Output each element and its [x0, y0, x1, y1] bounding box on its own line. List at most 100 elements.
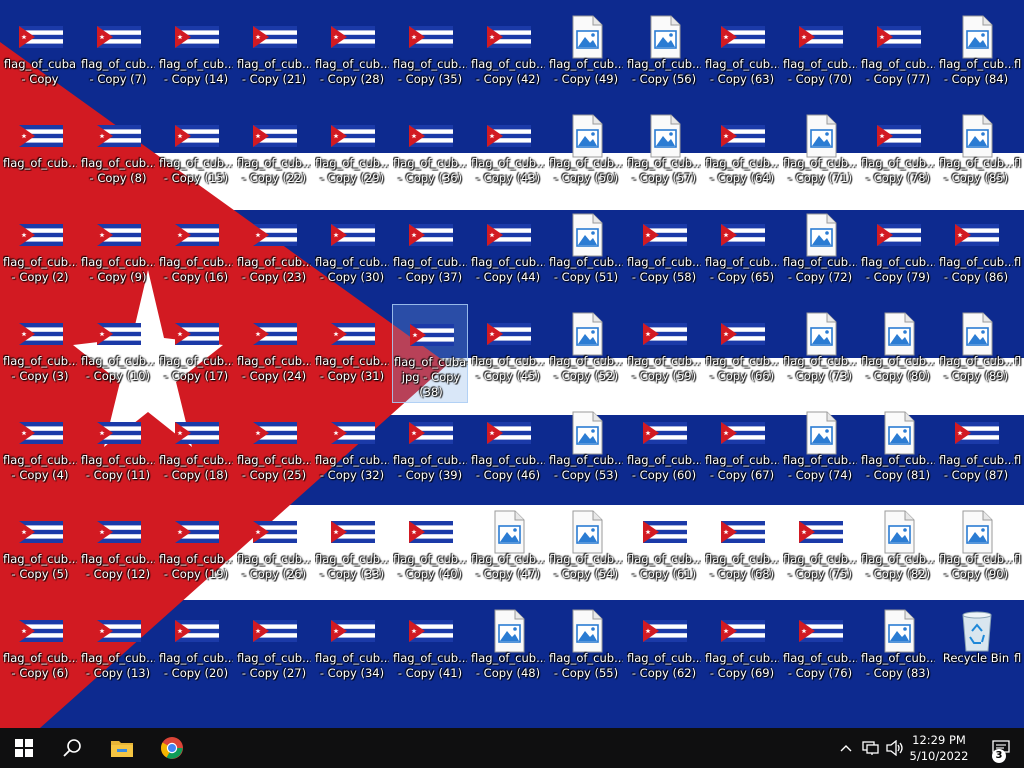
desktop-file-icon[interactable]: flag_of_cub... - Copy (59): [626, 304, 702, 403]
desktop-file-icon[interactable]: flag_of_cub... - Copy (30): [314, 205, 390, 304]
desktop-file-icon[interactable]: flag_of_cub... - Copy (19): [158, 502, 234, 601]
desktop-file-icon[interactable]: flag_of_cub... - Copy (78): [860, 106, 936, 205]
desktop-file-icon[interactable]: flag_of_cub... - Copy (23): [236, 205, 312, 304]
desktop-file-icon[interactable]: fl: [1014, 106, 1024, 205]
desktop-file-icon[interactable]: flag_of_cub... - Copy (81): [860, 403, 936, 502]
desktop-file-icon[interactable]: flag_of_cub... - Copy (8): [80, 106, 156, 205]
desktop-file-icon[interactable]: flag_of_cub... - Copy (33): [314, 502, 390, 601]
desktop-file-icon[interactable]: flag_of_cub... - Copy (3): [2, 304, 78, 403]
desktop-file-icon[interactable]: flag_of_cub... - Copy (66): [704, 304, 780, 403]
recycle-bin-desktop-icon[interactable]: Recycle Bin: [938, 601, 1014, 700]
desktop-file-icon[interactable]: flag_of_cub... - Copy (12): [80, 502, 156, 601]
desktop-file-icon[interactable]: flag_of_cub... - Copy (56): [626, 7, 702, 106]
desktop-file-icon[interactable]: flag_of_cub... - Copy (90): [938, 502, 1014, 601]
desktop-file-icon[interactable]: flag_of_cub... - Copy (25): [236, 403, 312, 502]
desktop-file-icon[interactable]: flag_of_cub... - Copy (27): [236, 601, 312, 700]
desktop-file-icon[interactable]: flag_of_cub... - Copy (29): [314, 106, 390, 205]
desktop-file-icon[interactable]: flag_of_cub... - Copy (84): [938, 7, 1014, 106]
desktop-file-icon[interactable]: flag_of_cub... - Copy (21): [236, 7, 312, 106]
desktop-file-icon[interactable]: flag_of_cub... - Copy (50): [548, 106, 624, 205]
desktop-file-icon[interactable]: flag_of_cub... - Copy (45): [470, 304, 546, 403]
desktop-file-icon[interactable]: flag_of_cub... - Copy (26): [236, 502, 312, 601]
desktop-file-icon[interactable]: flag_of_cub... - Copy (15): [158, 106, 234, 205]
desktop-file-icon[interactable]: flag_of_cub... - Copy (44): [470, 205, 546, 304]
desktop-file-icon[interactable]: flag_of_cub... - Copy (35): [392, 7, 468, 106]
desktop-file-icon[interactable]: flag_of_cub... - Copy (5): [2, 502, 78, 601]
desktop-file-icon[interactable]: flag_of_cub... - Copy (79): [860, 205, 936, 304]
desktop-file-icon[interactable]: flag_of_cub... - Copy (7): [80, 7, 156, 106]
desktop-file-icon[interactable]: flag_of_cub... - Copy (60): [626, 403, 702, 502]
desktop-file-icon[interactable]: flag_of_cub... - Copy (55): [548, 601, 624, 700]
desktop-file-icon[interactable]: flag_of_cuba-jpg - Copy (38): [392, 304, 468, 403]
desktop-file-icon[interactable]: flag_of_cub... - Copy (22): [236, 106, 312, 205]
desktop-file-icon[interactable]: flag_of_cub... - Copy (42): [470, 7, 546, 106]
desktop-file-icon[interactable]: flag_of_cub... - Copy (67): [704, 403, 780, 502]
desktop-file-icon[interactable]: flag_of_cub... - Copy (54): [548, 502, 624, 601]
desktop-file-icon[interactable]: flag_of_cub... - Copy (58): [626, 205, 702, 304]
desktop-file-icon[interactable]: flag_of_cub... - Copy (16): [158, 205, 234, 304]
desktop-file-icon[interactable]: flag_of_cub... - Copy (82): [860, 502, 936, 601]
desktop-file-icon[interactable]: flag_of_cub... - Copy (51): [548, 205, 624, 304]
search-button[interactable]: [48, 728, 96, 768]
desktop-file-icon[interactable]: fl: [1014, 403, 1024, 502]
desktop-file-icon[interactable]: fl: [1014, 7, 1024, 106]
desktop-file-icon[interactable]: fl: [1014, 502, 1024, 601]
desktop-file-icon[interactable]: flag_of_cub... - Copy (49): [548, 7, 624, 106]
desktop-file-icon[interactable]: fl: [1014, 205, 1024, 304]
desktop-file-icon[interactable]: flag_of_cub... - Copy (48): [470, 601, 546, 700]
desktop-file-icon[interactable]: flag_of_cuba - Copy: [2, 7, 78, 106]
desktop-file-icon[interactable]: flag_of_cub... - Copy (28): [314, 7, 390, 106]
desktop-file-icon[interactable]: flag_of_cub... - Copy (20): [158, 601, 234, 700]
desktop-file-icon[interactable]: flag_of_cub... - Copy (76): [782, 601, 858, 700]
desktop-file-icon[interactable]: flag_of_cub... - Copy (61): [626, 502, 702, 601]
desktop-file-icon[interactable]: flag_of_cub... - Copy (14): [158, 7, 234, 106]
desktop-file-icon[interactable]: flag_of_cub... - Copy (73): [782, 304, 858, 403]
desktop-file-icon[interactable]: flag_of_cub... - Copy (64): [704, 106, 780, 205]
windows-start-button[interactable]: [0, 728, 48, 768]
desktop-file-icon[interactable]: flag_of_cub... - Copy (47): [470, 502, 546, 601]
desktop-file-icon[interactable]: flag_of_cub... - Copy (77): [860, 7, 936, 106]
desktop-file-icon[interactable]: flag_of_cub... - Copy (85): [938, 106, 1014, 205]
desktop[interactable]: flag_of_cuba - Copy flag_of_cub... flag_of_…: [0, 0, 1024, 728]
desktop-file-icon[interactable]: flag_of_cub... - Copy (87): [938, 403, 1014, 502]
file-explorer-button[interactable]: [98, 728, 146, 768]
desktop-file-icon[interactable]: flag_of_cub... - Copy (71): [782, 106, 858, 205]
desktop-file-icon[interactable]: flag_of_cub... - Copy (39): [392, 403, 468, 502]
desktop-file-icon[interactable]: fl: [1014, 304, 1024, 403]
desktop-file-icon[interactable]: flag_of_cub... - Copy (69): [704, 601, 780, 700]
desktop-file-icon[interactable]: flag_of_cub... - Copy (36): [392, 106, 468, 205]
desktop-file-icon[interactable]: flag_of_cub... - Copy (89): [938, 304, 1014, 403]
desktop-file-icon[interactable]: flag_of_cub... - Copy (52): [548, 304, 624, 403]
desktop-file-icon[interactable]: flag_of_cub... - Copy (6): [2, 601, 78, 700]
desktop-file-icon[interactable]: flag_of_cub... - Copy (70): [782, 7, 858, 106]
desktop-file-icon[interactable]: flag_of_cub... - Copy (46): [470, 403, 546, 502]
desktop-file-icon[interactable]: flag_of_cub... - Copy (62): [626, 601, 702, 700]
desktop-file-icon[interactable]: flag_of_cub... - Copy (32): [314, 403, 390, 502]
desktop-file-icon[interactable]: flag_of_cub... - Copy (74): [782, 403, 858, 502]
network-button[interactable]: [860, 728, 882, 768]
desktop-file-icon[interactable]: flag_of_cub... - Copy (37): [392, 205, 468, 304]
desktop-file-icon[interactable]: flag_of_cub... - Copy (83): [860, 601, 936, 700]
desktop-file-icon[interactable]: flag_of_cub... - Copy (65): [704, 205, 780, 304]
desktop-file-icon[interactable]: flag_of_cub... - Copy (9): [80, 205, 156, 304]
desktop-file-icon[interactable]: flag_of_cub... - Copy (41): [392, 601, 468, 700]
desktop-file-icon[interactable]: flag_of_cub... - Copy (63): [704, 7, 780, 106]
chrome-button[interactable]: [148, 728, 196, 768]
desktop-file-icon[interactable]: flag_of_cub... - Copy (2): [2, 205, 78, 304]
desktop-file-icon[interactable]: flag_of_cub... - Copy (57): [626, 106, 702, 205]
desktop-file-icon[interactable]: flag_of_cub... - Copy (24): [236, 304, 312, 403]
desktop-file-icon[interactable]: flag_of_cub... - Copy (18): [158, 403, 234, 502]
show-hidden-icons-button[interactable]: [836, 728, 856, 768]
desktop-file-icon[interactable]: fl: [1014, 601, 1024, 700]
desktop-file-icon[interactable]: flag_of_cub... - Copy (10): [80, 304, 156, 403]
desktop-file-icon[interactable]: flag_of_cub... - Copy (72): [782, 205, 858, 304]
desktop-file-icon[interactable]: flag_of_cub... - Copy (17): [158, 304, 234, 403]
desktop-file-icon[interactable]: flag_of_cub...: [2, 106, 78, 205]
desktop-file-icon[interactable]: flag_of_cub... - Copy (53): [548, 403, 624, 502]
desktop-file-icon[interactable]: flag_of_cub... - Copy (43): [470, 106, 546, 205]
desktop-file-icon[interactable]: flag_of_cub... - Copy (86): [938, 205, 1014, 304]
desktop-file-icon[interactable]: flag_of_cub... - Copy (68): [704, 502, 780, 601]
clock[interactable]: 12:29 PM 5/10/2022: [900, 728, 978, 768]
desktop-file-icon[interactable]: flag_of_cub... - Copy (40): [392, 502, 468, 601]
desktop-file-icon[interactable]: flag_of_cub... - Copy (80): [860, 304, 936, 403]
